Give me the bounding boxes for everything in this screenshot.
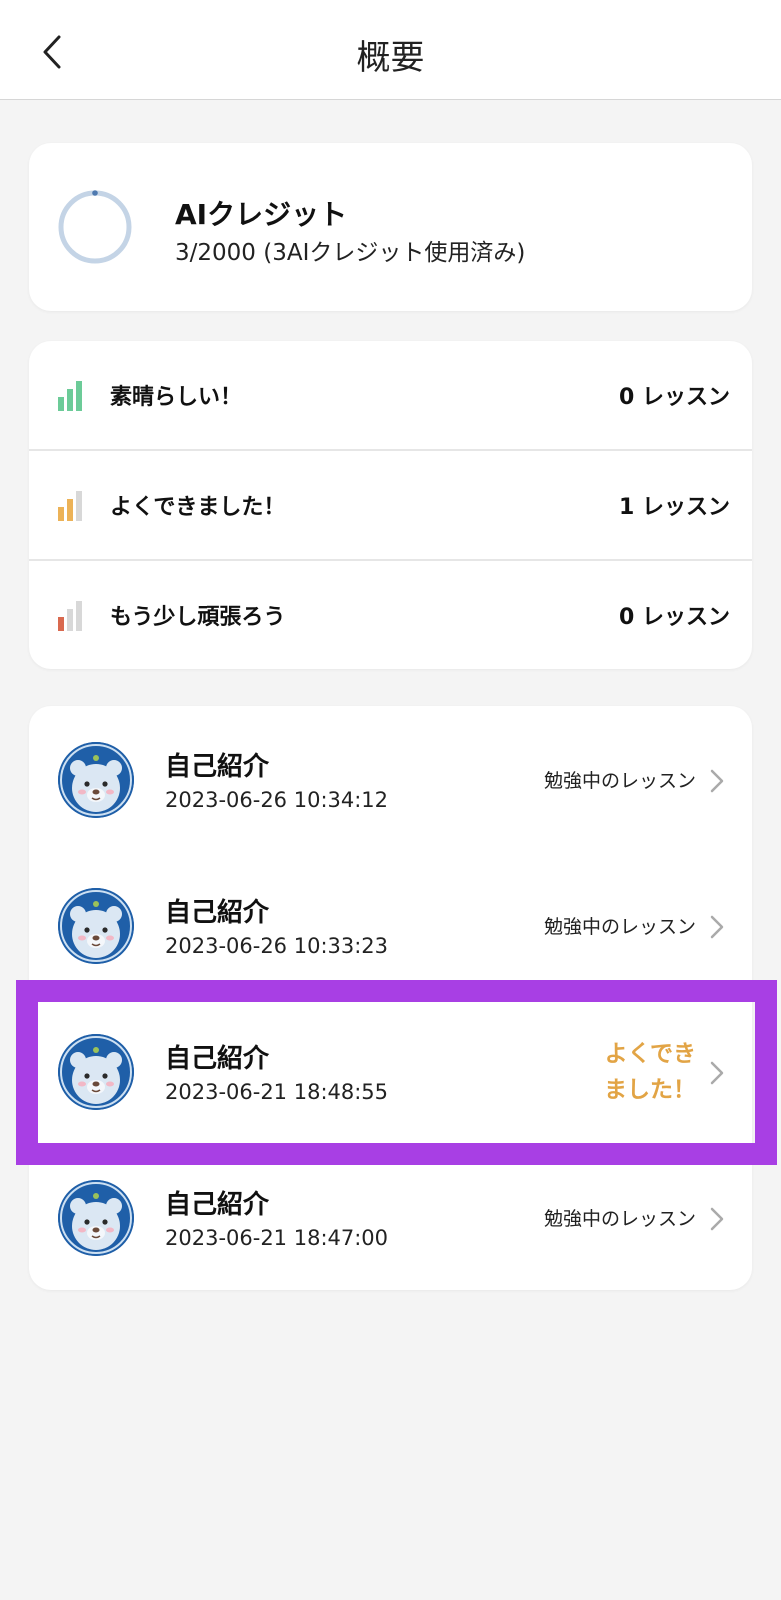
signal-bars-icon xyxy=(58,381,86,411)
stat-row-excellent: 素晴らしい！ 0 レッスン xyxy=(29,341,752,450)
lesson-item[interactable]: 自己紹介 2023-06-21 18:47:00 勉強中のレッスン xyxy=(29,1144,752,1290)
lesson-item[interactable]: 自己紹介 2023-06-26 10:34:12 勉強中のレッスン xyxy=(29,706,752,852)
polar-bear-avatar xyxy=(58,1034,134,1110)
lesson-title: 自己紹介 xyxy=(165,752,270,782)
chevron-right-icon xyxy=(710,769,724,793)
signal-bars-icon xyxy=(58,601,86,631)
chevron-right-icon xyxy=(710,915,724,939)
lesson-title: 自己紹介 xyxy=(165,898,270,928)
stat-count: 0 レッスン xyxy=(619,385,730,410)
lesson-status: よくでき ました！ xyxy=(604,1041,696,1103)
credit-usage-text: 3/2000 (3AIクレジット使用済み) xyxy=(175,240,526,266)
ai-credit-card: AIクレジット 3/2000 (3AIクレジット使用済み) xyxy=(29,143,752,311)
lesson-item[interactable]: 自己紹介 2023-06-26 10:33:23 勉強中のレッスン xyxy=(29,852,752,998)
polar-bear-avatar xyxy=(58,742,134,818)
stat-count: 1 レッスン xyxy=(619,495,730,520)
lesson-title: 自己紹介 xyxy=(165,1044,270,1074)
polar-bear-avatar xyxy=(58,888,134,964)
lesson-item-highlighted[interactable]: 自己紹介 2023-06-21 18:48:55 よくでき ました！ xyxy=(29,998,752,1144)
signal-bars-icon xyxy=(58,491,86,521)
lesson-stats-card: 素晴らしい！ 0 レッスン よくできました！ 1 レッスン もう少し頑張ろう 0… xyxy=(29,341,752,669)
nav-bar: 概要 xyxy=(0,0,781,100)
page-title: 概要 xyxy=(356,38,425,78)
lesson-history-list: 自己紹介 2023-06-26 10:34:12 勉強中のレッスン 自己紹介 2… xyxy=(29,706,752,1290)
lesson-date: 2023-06-26 10:33:23 xyxy=(165,934,389,958)
credit-usage-ring xyxy=(58,190,132,264)
lesson-title: 自己紹介 xyxy=(165,1190,270,1220)
lesson-status: 勉強中のレッスン xyxy=(543,1208,696,1230)
lesson-status: 勉強中のレッスン xyxy=(543,916,696,938)
lesson-status: 勉強中のレッスン xyxy=(543,770,696,792)
stat-row-try-harder: もう少し頑張ろう 0 レッスン xyxy=(29,561,752,670)
credit-title: AIクレジット xyxy=(175,198,348,231)
chevron-right-icon xyxy=(710,1207,724,1231)
lesson-date: 2023-06-26 10:34:12 xyxy=(165,788,389,812)
polar-bear-avatar xyxy=(58,1180,134,1256)
stat-row-good: よくできました！ 1 レッスン xyxy=(29,451,752,560)
stat-label: 素晴らしい！ xyxy=(110,385,243,410)
chevron-right-icon xyxy=(710,1061,724,1085)
stat-count: 0 レッスン xyxy=(619,605,730,630)
stat-label: もう少し頑張ろう xyxy=(110,605,286,630)
lesson-date: 2023-06-21 18:47:00 xyxy=(165,1226,389,1250)
lesson-date: 2023-06-21 18:48:55 xyxy=(165,1080,389,1104)
stat-label: よくできました！ xyxy=(110,495,286,520)
